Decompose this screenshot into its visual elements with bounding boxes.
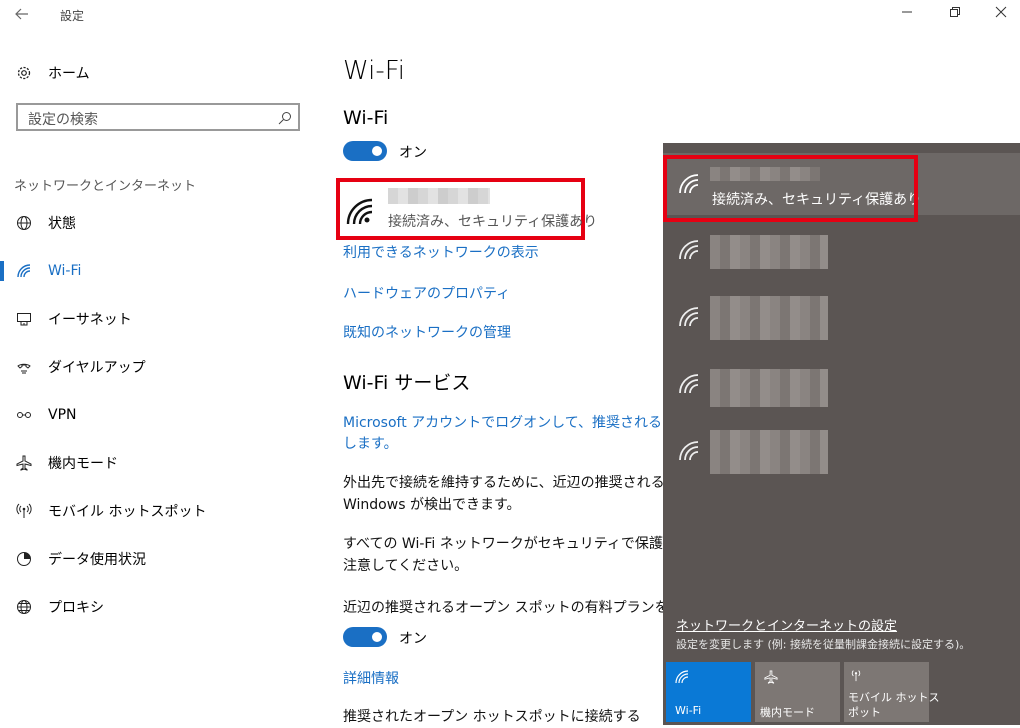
airplane-icon xyxy=(0,455,48,471)
title-bar: 設定 xyxy=(0,0,1020,32)
data-usage-icon xyxy=(0,551,48,567)
flyout-network-item[interactable] xyxy=(663,219,1020,281)
quick-action-label: Wi-Fi xyxy=(675,704,702,717)
flyout-ssid-redacted xyxy=(710,235,828,269)
sidebar-item-wifi[interactable]: Wi-Fi xyxy=(0,251,320,291)
hardware-properties-link[interactable]: ハードウェアのプロパティ xyxy=(343,283,510,303)
sidebar-section-title: ネットワークとインターネット xyxy=(14,179,197,194)
quick-action-wifi[interactable]: Wi-Fi xyxy=(666,662,751,722)
sidebar-item-label: データ使用状況 xyxy=(48,552,146,568)
wifi-icon xyxy=(678,373,700,399)
ms-account-link-cont[interactable]: します。 xyxy=(343,433,398,453)
show-networks-link[interactable]: 利用できるネットワークの表示 xyxy=(343,242,539,262)
sidebar-item-airplane[interactable]: 機内モード xyxy=(0,443,320,483)
search-placeholder: 設定の検索 xyxy=(28,112,98,128)
sidebar-item-data-usage[interactable]: データ使用状況 xyxy=(0,539,320,579)
sidebar-home[interactable]: ホーム xyxy=(16,62,90,84)
flyout-network-item[interactable] xyxy=(663,353,1020,415)
quick-action-label: 機内モード xyxy=(760,706,815,719)
restore-button[interactable] xyxy=(941,4,969,26)
ethernet-icon xyxy=(0,311,48,327)
sidebar-item-proxy[interactable]: プロキシ xyxy=(0,587,320,627)
network-flyout: 接続済み、セキュリティ保護あり ネットワークとインターネットの設定 設定を変更し… xyxy=(663,143,1020,725)
flyout-ssid-redacted xyxy=(710,369,828,407)
gear-icon xyxy=(17,66,31,80)
page-title: Wi-Fi xyxy=(343,56,406,86)
window-title: 設定 xyxy=(60,9,85,23)
sidebar-item-label: Wi-Fi xyxy=(48,263,82,279)
quick-action-label: モバイル ホットス xyxy=(848,691,940,704)
sidebar-item-label: イーサネット xyxy=(48,312,132,328)
sidebar-item-label: VPN xyxy=(48,407,77,423)
network-settings-link[interactable]: ネットワークとインターネットの設定 xyxy=(676,615,897,634)
paid-plans-toggle-label: オン xyxy=(399,631,427,647)
details-link[interactable]: 詳細情報 xyxy=(343,668,399,688)
hotspot-icon xyxy=(849,668,863,685)
settings-search-input[interactable]: 設定の検索 xyxy=(16,103,300,131)
paid-plans-toggle[interactable] xyxy=(343,627,387,647)
wifi-icon xyxy=(678,239,700,265)
paid-plans-label: 近辺の推奨されるオープン スポットの有料プランを探す xyxy=(343,600,697,616)
info-paragraph-1-line-1: 外出先で接続を維持するために、近辺の推奨されるオ xyxy=(343,475,679,491)
wifi-signal-icon xyxy=(346,198,376,230)
manage-known-networks-link[interactable]: 既知のネットワークの管理 xyxy=(343,322,511,342)
sidebar-item-label: モバイル ホットスポット xyxy=(48,504,207,520)
wifi-services-heading: Wi-Fi サービス xyxy=(343,372,471,394)
network-ssid-redacted xyxy=(388,188,490,204)
quick-action-label-cont: ポット xyxy=(848,706,881,719)
flyout-connected-highlight xyxy=(663,155,918,222)
sidebar-home-label: ホーム xyxy=(48,66,90,82)
quick-action-hotspot[interactable]: モバイル ホットス ポット xyxy=(844,662,940,722)
quick-action-airplane[interactable]: 機内モード xyxy=(755,662,840,722)
flyout-network-item[interactable] xyxy=(663,286,1020,348)
wifi-heading: Wi-Fi xyxy=(343,107,389,129)
close-button[interactable] xyxy=(987,4,1015,26)
sidebar-item-ethernet[interactable]: イーサネット xyxy=(0,299,320,339)
airplane-icon xyxy=(764,670,778,687)
sidebar-item-label: 機内モード xyxy=(48,456,118,472)
sidebar-item-label: ダイヤルアップ xyxy=(48,360,146,376)
wifi-toggle-label: オン xyxy=(399,145,427,161)
sidebar-item-label: 状態 xyxy=(48,216,76,232)
vpn-icon xyxy=(0,407,48,423)
info-paragraph-2-line-2: 注意してください。 xyxy=(343,558,469,574)
globe-icon xyxy=(0,599,48,615)
info-paragraph-1-line-2: Windows が検出できます。 xyxy=(343,497,521,513)
wifi-icon xyxy=(678,306,700,332)
wifi-icon xyxy=(678,440,700,466)
back-arrow-icon[interactable] xyxy=(10,4,34,26)
wifi-toggle[interactable] xyxy=(343,141,387,161)
sidebar-item-label: プロキシ xyxy=(48,600,104,616)
flyout-ssid-redacted xyxy=(710,296,828,340)
globe-status-icon xyxy=(0,215,48,231)
wifi-icon xyxy=(0,263,48,279)
sidebar-item-status[interactable]: 状態 xyxy=(0,203,320,243)
network-status: 接続済み、セキュリティ保護あり xyxy=(388,214,598,230)
sidebar-item-dialup[interactable]: ダイヤルアップ xyxy=(0,347,320,387)
minimize-button[interactable] xyxy=(893,4,921,26)
search-icon[interactable] xyxy=(278,110,292,129)
sidebar-item-hotspot[interactable]: モバイル ホットスポット xyxy=(0,491,320,531)
flyout-ssid-redacted xyxy=(710,430,828,474)
network-settings-desc: 設定を変更します (例: 接続を従量制課金接続に設定する)。 xyxy=(676,638,971,651)
wifi-icon xyxy=(675,670,689,687)
ms-account-link[interactable]: Microsoft アカウントでログオンして、推奨されるオープン xyxy=(343,412,717,432)
flyout-network-item[interactable] xyxy=(663,420,1020,482)
hotspot-icon xyxy=(0,503,48,519)
sidebar-item-vpn[interactable]: VPN xyxy=(0,395,320,435)
dialup-icon xyxy=(0,359,48,375)
